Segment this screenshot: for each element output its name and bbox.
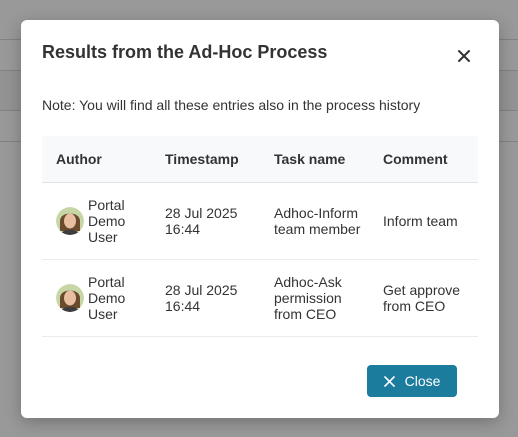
close-button[interactable]: Close (367, 365, 457, 397)
author-wrapper: Portal Demo User (56, 197, 145, 245)
comment-cell: Get approve from CEO (369, 259, 478, 337)
timestamp-cell: 28 Jul 2025 16:44 (151, 259, 260, 337)
author-cell: Portal Demo User (42, 182, 151, 260)
close-button-label: Close (404, 373, 441, 389)
close-icon (383, 375, 395, 387)
column-header-timestamp[interactable]: Timestamp (151, 136, 260, 183)
column-header-comment[interactable]: Comment (369, 136, 478, 183)
dialog-close-icon-button[interactable] (451, 45, 477, 67)
table-header-row: Author Timestamp Task name Comment (42, 136, 478, 183)
author-wrapper: Portal Demo User (56, 274, 145, 322)
author-name: Portal Demo User (88, 197, 126, 245)
timestamp-cell: 28 Jul 2025 16:44 (151, 182, 260, 260)
task-name-cell: Adhoc-Ask permission from CEO (260, 259, 369, 337)
column-header-task-name[interactable]: Task name (260, 136, 369, 183)
user-avatar (56, 284, 84, 312)
table-header: Author Timestamp Task name Comment (42, 136, 478, 183)
comment-cell: Inform team (369, 182, 478, 260)
table-row[interactable]: Portal Demo User 28 Jul 2025 16:44 Adhoc… (42, 259, 478, 337)
dialog-title: Results from the Ad-Hoc Process (42, 42, 328, 62)
author-name: Portal Demo User (88, 274, 126, 322)
results-dialog: Results from the Ad-Hoc Process Note: Yo… (21, 20, 499, 418)
user-avatar (56, 207, 84, 235)
task-name-cell: Adhoc-Inform team member (260, 182, 369, 260)
results-table: Author Timestamp Task name Comment Porta… (42, 136, 478, 337)
author-cell: Portal Demo User (42, 259, 151, 337)
table-row[interactable]: Portal Demo User 28 Jul 2025 16:44 Adhoc… (42, 182, 478, 260)
table-body: Portal Demo User 28 Jul 2025 16:44 Adhoc… (42, 182, 478, 337)
column-header-author[interactable]: Author (42, 136, 151, 183)
dialog-note: Note: You will find all these entries al… (42, 97, 421, 113)
close-icon (458, 50, 470, 62)
